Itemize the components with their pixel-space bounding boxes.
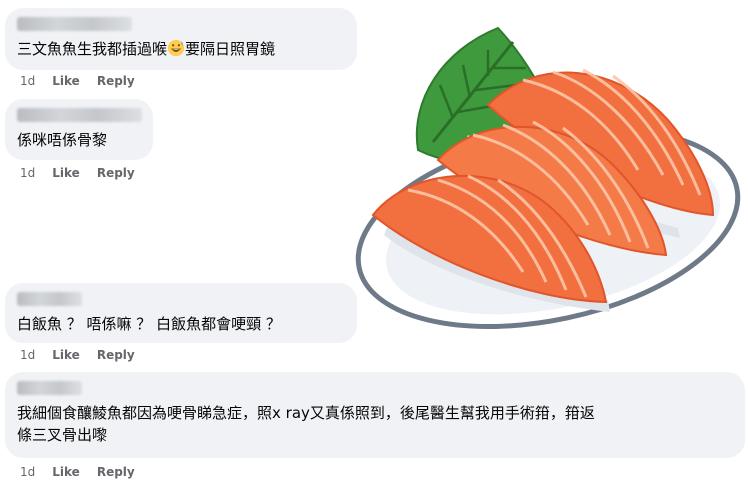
commenter-name-redacted[interactable] [17,292,82,306]
reply-button[interactable]: Reply [97,74,135,88]
comment-text: 係咪唔係骨黎 [17,131,108,149]
comment-text: 白飯魚 ？ 唔係嘛 ？ 白飯魚都會哽頸 ？ [17,315,281,333]
timestamp[interactable]: 1d [20,74,35,88]
comment-text: 三文魚魚生我都插過喉 要隔日照胃鏡 [17,39,276,58]
reply-button[interactable]: Reply [97,465,135,479]
comment-actions-1: 1d Like Reply [20,74,152,88]
like-button[interactable]: Like [52,74,80,88]
comment-bubble-1: 三文魚魚生我都插過喉 要隔日照胃鏡 [5,8,357,70]
comment-actions-3: 1d Like Reply [20,348,152,362]
like-button[interactable]: Like [52,465,80,479]
commenter-name-redacted[interactable] [17,108,142,122]
comment-bubble-4: 我細個食釀鯪魚都因為哽骨睇急症，照x ray又真係照到，後尾醫生幫我用手術箝，箝… [5,372,745,458]
salmon-sashimi-illustration [355,26,741,330]
comment-bubble-3: 白飯魚 ？ 唔係嘛 ？ 白飯魚都會哽頸 ？ [5,283,357,343]
like-button[interactable]: Like [52,166,80,180]
commenter-name-redacted[interactable] [17,17,132,31]
like-button[interactable]: Like [52,348,80,362]
commenter-name-redacted[interactable] [17,381,82,395]
reply-button[interactable]: Reply [97,166,135,180]
reply-button[interactable]: Reply [97,348,135,362]
comment-actions-4: 1d Like Reply [20,465,152,479]
timestamp[interactable]: 1d [20,465,35,479]
grinning-sweat-face-icon [167,39,185,57]
comment-text: 我細個食釀鯪魚都因為哽骨睇急症，照x ray又真係照到，後尾醫生幫我用手術箝，箝… [17,404,595,444]
timestamp[interactable]: 1d [20,166,35,180]
comment-actions-2: 1d Like Reply [20,166,152,180]
timestamp[interactable]: 1d [20,348,35,362]
comment-bubble-2: 係咪唔係骨黎 [5,99,153,160]
